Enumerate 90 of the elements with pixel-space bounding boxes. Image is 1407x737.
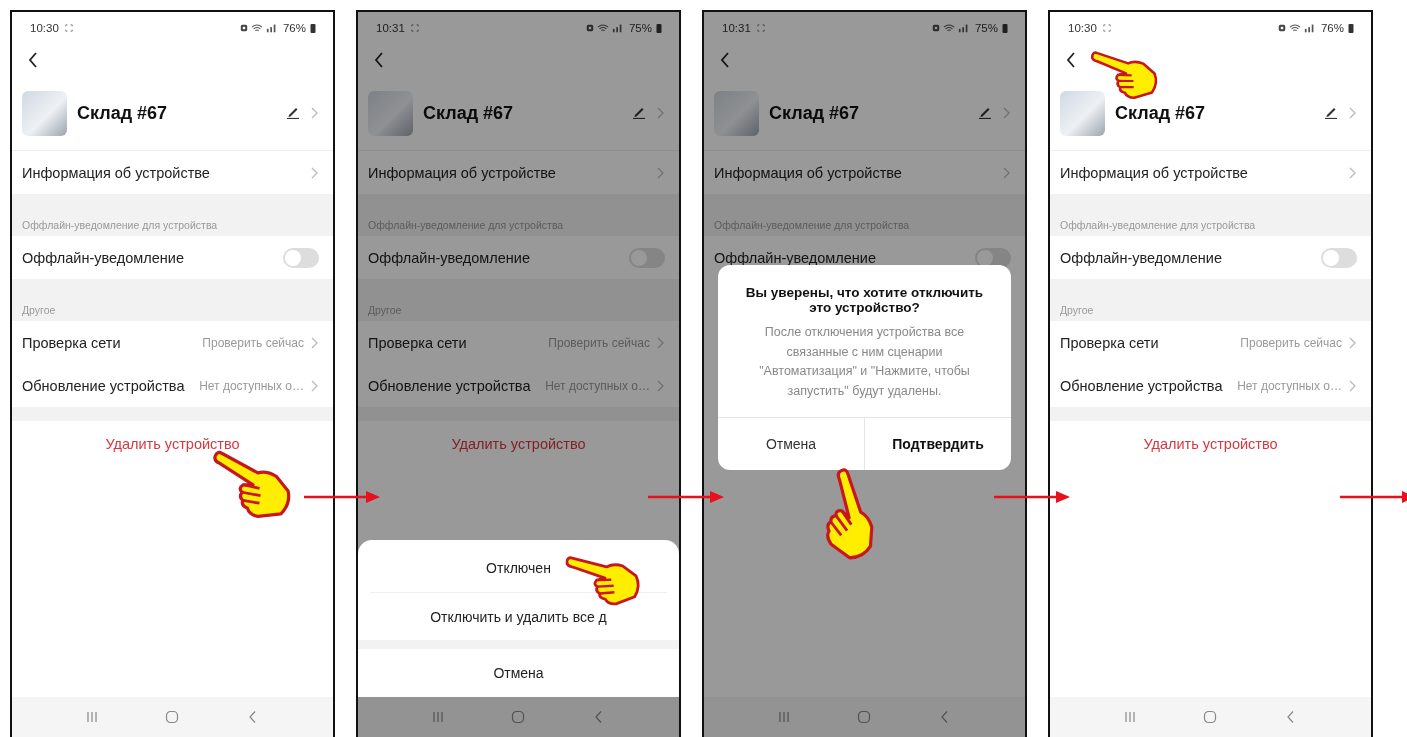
section-label: Оффлайн-уведомление для устройства — [22, 219, 218, 231]
battery-level: 76% — [282, 22, 306, 34]
confirm-button[interactable]: Подтвердить — [864, 418, 1011, 470]
status-time: 10:31 — [722, 22, 751, 34]
toggle-switch[interactable] — [283, 247, 319, 268]
setting-value: Проверить сейчас — [201, 335, 304, 350]
back-icon[interactable] — [720, 52, 730, 68]
dialog-message: После отключения устройства все связанные с ним сценарии "Автоматизация" и "Нажмите, чтобы запустить" будут удалены. — [758, 324, 971, 400]
back-icon[interactable] — [28, 52, 38, 68]
screenshot-icon — [1102, 23, 1111, 33]
signal-icon — [265, 23, 278, 33]
recent-apps-icon[interactable] — [1123, 710, 1138, 724]
wifi-icon — [596, 23, 609, 33]
home-icon[interactable] — [165, 710, 180, 724]
setting-label: Оффлайн-уведомление — [22, 249, 184, 266]
battery-level: 75% — [628, 22, 652, 34]
battery-icon — [1001, 23, 1009, 33]
device-photo-placeholder — [714, 90, 759, 136]
signal-icon — [957, 23, 970, 33]
wifi-icon — [1288, 23, 1301, 33]
setting-label[interactable]: Обновление устройства — [368, 377, 531, 394]
wifi-icon — [942, 23, 955, 33]
setting-value: Проверить сейчас — [547, 335, 650, 350]
setting-label[interactable]: Проверка сети — [1060, 334, 1159, 351]
battery-level: 76% — [1320, 22, 1344, 34]
chevron-right-icon — [310, 336, 319, 349]
recent-apps-icon[interactable] — [431, 710, 446, 724]
section-label: Другое — [1060, 304, 1094, 316]
pencil-icon[interactable] — [632, 107, 646, 119]
status-time: 10:30 — [30, 22, 59, 34]
screenshot-icon — [64, 23, 73, 33]
battery-icon — [309, 23, 317, 33]
toggle-switch[interactable] — [975, 247, 1011, 268]
chevron-right-icon — [656, 107, 665, 119]
cancel-button[interactable]: Отмена — [718, 418, 864, 470]
setting-value: Нет доступных о… — [544, 378, 650, 393]
device-photo-placeholder — [1060, 90, 1105, 136]
chevron-right-icon — [1348, 379, 1357, 392]
chevron-right-icon — [1002, 166, 1011, 179]
arrow — [1340, 490, 1407, 504]
device-name: Склад #67 — [423, 102, 515, 124]
battery-level: 75% — [974, 22, 998, 34]
battery-icon — [1347, 23, 1355, 33]
chevron-right-icon — [656, 336, 665, 349]
setting-label[interactable]: Проверка сети — [368, 334, 467, 351]
device-name: Склад #67 — [1115, 102, 1207, 124]
home-icon[interactable] — [857, 710, 872, 724]
setting-value: Нет доступных о… — [198, 378, 304, 393]
setting-label[interactable]: Проверка сети — [22, 334, 121, 351]
recent-apps-icon[interactable] — [777, 710, 792, 724]
section-label: Оффлайн-уведомление для устройства — [1060, 219, 1256, 231]
chevron-right-icon — [656, 379, 665, 392]
chevron-right-icon — [1348, 336, 1357, 349]
status-time: 10:31 — [376, 22, 405, 34]
chevron-right-icon — [310, 107, 319, 119]
setting-value: Проверить сейчас — [1239, 335, 1342, 350]
section-label: Другое — [22, 304, 56, 316]
home-icon[interactable] — [1203, 710, 1218, 724]
screenshot-icon — [756, 23, 765, 33]
setting-value: Нет доступных о… — [1236, 378, 1342, 393]
setting-label[interactable]: Обновление устройства — [1060, 377, 1223, 394]
signal-icon — [1303, 23, 1316, 33]
screenshot-icon — [410, 23, 419, 33]
recent-apps-icon[interactable] — [85, 710, 100, 724]
dialog-title: Вы уверены, что хотите отключить это устройство? — [744, 284, 985, 317]
chevron-right-icon — [656, 166, 665, 179]
device-photo-placeholder — [368, 90, 413, 136]
setting-label: Оффлайн-уведомление — [714, 249, 876, 266]
chevron-right-icon — [1348, 107, 1357, 119]
toggle-switch[interactable] — [1321, 247, 1357, 268]
chevron-right-icon — [1348, 166, 1357, 179]
back-icon[interactable] — [1066, 52, 1076, 68]
home-icon[interactable] — [511, 710, 526, 724]
chevron-right-icon — [1002, 107, 1011, 119]
pencil-icon[interactable] — [978, 107, 992, 119]
pencil-icon[interactable] — [286, 107, 300, 119]
battery-icon — [655, 23, 663, 33]
chevron-right-icon — [310, 166, 319, 179]
setting-label: Оффлайн-уведомление — [1060, 249, 1222, 266]
device-name: Склад #67 — [77, 102, 169, 124]
signal-icon — [611, 23, 624, 33]
back-icon[interactable] — [374, 52, 384, 68]
pencil-icon[interactable] — [1324, 107, 1338, 119]
status-time: 10:30 — [1068, 22, 1097, 34]
setting-label: Оффлайн-уведомление — [368, 249, 530, 266]
chevron-right-icon — [310, 379, 319, 392]
device-name: Склад #67 — [769, 102, 861, 124]
device-photo-placeholder — [22, 90, 67, 136]
wifi-icon — [250, 23, 263, 33]
setting-label[interactable]: Обновление устройства — [22, 377, 185, 394]
